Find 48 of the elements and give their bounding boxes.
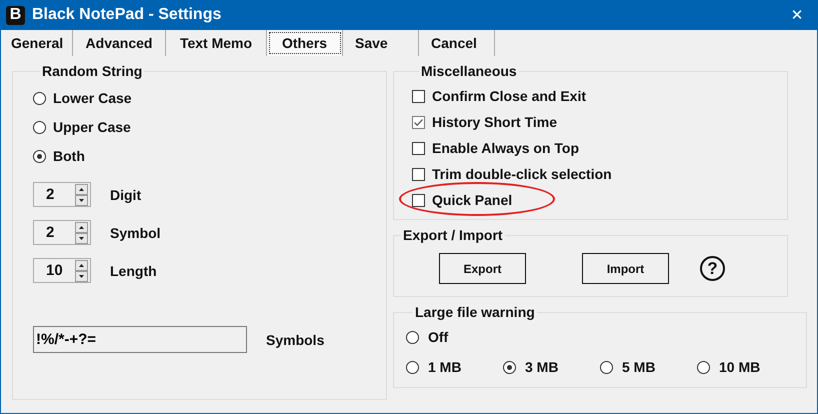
checkbox[interactable] [412, 168, 425, 180]
symbols-field[interactable]: !%/*-+?= [33, 326, 247, 353]
spinner-label: Length [110, 262, 157, 278]
radio-label: Off [428, 329, 448, 345]
field-label: Symbols [266, 332, 324, 348]
app-logo-icon: B [6, 6, 25, 24]
checkbox[interactable] [412, 90, 425, 102]
radio-label: Lower Case [53, 90, 132, 106]
radio-button[interactable] [406, 330, 419, 344]
spinner-arrows-icon[interactable] [75, 184, 88, 206]
group-title: Miscellaneous [420, 63, 518, 79]
radio-button[interactable] [33, 120, 46, 134]
checkbox-label: History Short Time [432, 114, 557, 130]
checkbox-label: Quick Panel [432, 192, 512, 208]
group-title: Large file warning [414, 304, 536, 320]
radio-button[interactable] [600, 360, 613, 374]
checkbox[interactable] [412, 194, 425, 206]
checkbox[interactable] [412, 142, 425, 154]
number-spinner[interactable]: 10 [33, 258, 91, 283]
group-title: Random String [41, 63, 144, 79]
close-button[interactable]: ✕ [777, 0, 817, 30]
checkbox[interactable] [412, 116, 425, 128]
radio-button[interactable] [406, 360, 419, 374]
help-button[interactable]: ? [700, 256, 725, 281]
spinner-label: Symbol [110, 224, 161, 240]
radio-button[interactable] [33, 150, 46, 162]
checkbox-label: Enable Always on Top [432, 140, 580, 156]
spinner-arrows-icon[interactable] [75, 260, 88, 282]
radio-button[interactable] [33, 92, 46, 104]
radio-label: Both [53, 148, 85, 164]
group-title: Export / Import [402, 227, 504, 243]
radio-label: 10 MB [719, 359, 760, 375]
dialog-button[interactable]: Export [439, 253, 526, 284]
checkbox-label: Trim double-click selection [432, 166, 612, 182]
radio-label: 5 MB [622, 359, 656, 375]
radio-label: Upper Case [53, 119, 131, 135]
radio-label: 3 MB [525, 359, 558, 375]
radio-label: 1 MB [428, 359, 462, 375]
radio-button[interactable] [503, 360, 516, 374]
spinner-label: Digit [110, 186, 142, 202]
number-spinner[interactable]: 2 [33, 220, 91, 245]
radio-button[interactable] [697, 360, 710, 374]
checkbox-label: Confirm Close and Exit [432, 88, 586, 104]
window-title: Black NotePad - Settings [32, 6, 222, 24]
tab[interactable]: Others [267, 30, 343, 56]
dialog-button[interactable]: Import [582, 253, 669, 284]
number-spinner[interactable]: 2 [33, 182, 91, 207]
spinner-arrows-icon[interactable] [75, 222, 88, 244]
